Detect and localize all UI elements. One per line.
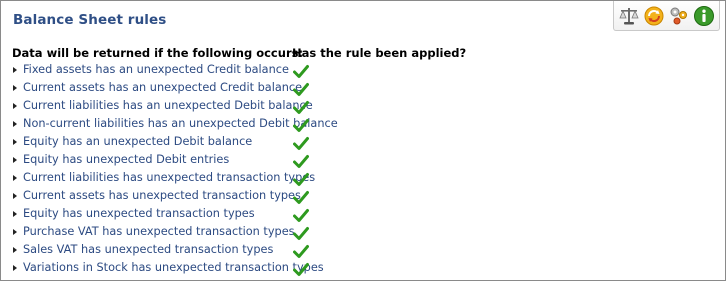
rule-link[interactable]: Current liabilities has an unexpected De… xyxy=(23,99,313,112)
rule-row: Purchase VAT has unexpected transaction … xyxy=(1,224,601,242)
toolbar xyxy=(613,1,720,31)
expand-arrow-icon[interactable] xyxy=(13,229,17,235)
refresh-button[interactable] xyxy=(642,4,666,28)
checkmark-icon xyxy=(293,119,309,132)
condition-column-header: Data will be returned if the following o… xyxy=(12,46,304,60)
checkmark-icon xyxy=(293,263,309,276)
checkmark-icon xyxy=(293,173,309,186)
expand-arrow-icon[interactable] xyxy=(13,103,17,109)
rule-link[interactable]: Sales VAT has unexpected transaction typ… xyxy=(23,243,273,256)
checkmark-icon xyxy=(293,227,309,240)
rule-link[interactable]: Current assets has unexpected transactio… xyxy=(23,189,301,202)
expand-arrow-icon[interactable] xyxy=(13,265,17,271)
rule-row: Non-current liabilities has an unexpecte… xyxy=(1,116,601,134)
rule-row: Equity has unexpected Debit entries xyxy=(1,152,601,170)
page-title: Balance Sheet rules xyxy=(13,12,167,28)
checkmark-icon xyxy=(293,245,309,258)
checkmark-icon xyxy=(293,83,309,96)
expand-arrow-icon[interactable] xyxy=(13,247,17,253)
info-icon xyxy=(693,5,714,26)
rule-row: Equity has unexpected transaction types xyxy=(1,206,601,224)
rule-link[interactable]: Current assets has an unexpected Credit … xyxy=(23,81,302,94)
checkmark-icon xyxy=(293,137,309,150)
rule-row: Equity has an unexpected Debit balance xyxy=(1,134,601,152)
rule-row: Sales VAT has unexpected transaction typ… xyxy=(1,242,601,260)
scales-icon xyxy=(619,7,639,24)
rule-link[interactable]: Fixed assets has an unexpected Credit ba… xyxy=(23,63,289,76)
rule-row: Current assets has an unexpected Credit … xyxy=(1,80,601,98)
rule-link[interactable]: Equity has unexpected transaction types xyxy=(23,207,255,220)
rule-link[interactable]: Non-current liabilities has an unexpecte… xyxy=(23,117,338,130)
expand-arrow-icon[interactable] xyxy=(13,193,17,199)
rule-row: Variations in Stock has unexpected trans… xyxy=(1,260,601,278)
rules-panel: Balance Sheet rules Data will be returne… xyxy=(0,0,726,281)
rule-link[interactable]: Current liabilities has unexpected trans… xyxy=(23,171,315,184)
settings-icon xyxy=(670,7,687,24)
checkmark-icon xyxy=(293,155,309,168)
expand-arrow-icon[interactable] xyxy=(13,121,17,127)
checkmark-icon xyxy=(293,191,309,204)
checkmark-icon xyxy=(293,209,309,222)
rule-row: Current liabilities has an unexpected De… xyxy=(1,98,601,116)
rule-row: Current assets has unexpected transactio… xyxy=(1,188,601,206)
rule-row: Fixed assets has an unexpected Credit ba… xyxy=(1,62,601,80)
expand-arrow-icon[interactable] xyxy=(13,139,17,145)
info-button[interactable] xyxy=(692,4,716,28)
expand-arrow-icon[interactable] xyxy=(13,157,17,163)
rule-link[interactable]: Purchase VAT has unexpected transaction … xyxy=(23,225,295,238)
rule-link[interactable]: Equity has unexpected Debit entries xyxy=(23,153,229,166)
expand-arrow-icon[interactable] xyxy=(13,67,17,73)
expand-arrow-icon[interactable] xyxy=(13,175,17,181)
refresh-icon xyxy=(644,6,664,25)
rule-link[interactable]: Equity has an unexpected Debit balance xyxy=(23,135,252,148)
rule-link[interactable]: Variations in Stock has unexpected trans… xyxy=(23,261,324,274)
rule-row: Current liabilities has unexpected trans… xyxy=(1,170,601,188)
expand-arrow-icon[interactable] xyxy=(13,211,17,217)
settings-button[interactable] xyxy=(667,4,691,28)
expand-arrow-icon[interactable] xyxy=(13,85,17,91)
checkmark-icon xyxy=(293,101,309,114)
applied-column-header: Has the rule been applied? xyxy=(292,46,467,60)
checkmark-icon xyxy=(293,65,309,78)
rules-list: Fixed assets has an unexpected Credit ba… xyxy=(1,62,601,278)
scales-button[interactable] xyxy=(617,4,641,28)
